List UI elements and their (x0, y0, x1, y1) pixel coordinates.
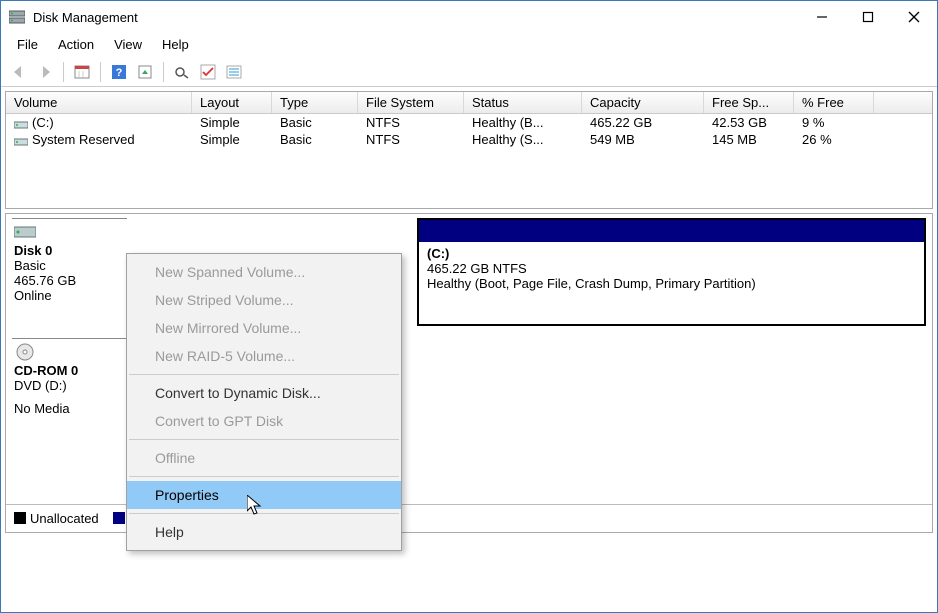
partition-c[interactable]: (C:) 465.22 GB NTFS Healthy (Boot, Page … (417, 218, 926, 326)
header-capacity[interactable]: Capacity (582, 92, 704, 113)
ctx-separator (129, 374, 399, 375)
header-type[interactable]: Type (272, 92, 358, 113)
ctx-new-mirrored[interactable]: New Mirrored Volume... (127, 314, 401, 342)
cell-type: Basic (272, 114, 358, 131)
toolbar: ? (1, 57, 937, 87)
cell-pctfree: 9 % (794, 114, 874, 131)
disk-name: CD-ROM 0 (14, 363, 125, 378)
ctx-separator (129, 513, 399, 514)
header-freespace[interactable]: Free Sp... (704, 92, 794, 113)
disk-info: CD-ROM 0 DVD (D:) No Media (12, 338, 127, 446)
menubar: File Action View Help (1, 33, 937, 57)
disk-state: Online (14, 288, 125, 303)
toolbar-separator (100, 62, 101, 82)
disk-kind: DVD (D:) (14, 378, 125, 393)
disk-icon (14, 223, 36, 241)
cell-status: Healthy (S... (464, 131, 582, 148)
disk-kind: Basic (14, 258, 125, 273)
calendar-icon[interactable] (70, 60, 94, 84)
help-icon[interactable]: ? (107, 60, 131, 84)
ctx-separator (129, 476, 399, 477)
ctx-convert-dynamic[interactable]: Convert to Dynamic Disk... (127, 379, 401, 407)
window-controls (799, 1, 937, 33)
column-headers: Volume Layout Type File System Status Ca… (6, 92, 932, 114)
titlebar: Disk Management (1, 1, 937, 33)
volume-rows: (C:) Simple Basic NTFS Healthy (B... 465… (6, 114, 932, 208)
minimize-button[interactable] (799, 1, 845, 33)
close-button[interactable] (891, 1, 937, 33)
back-button[interactable] (7, 60, 31, 84)
cell-filesystem: NTFS (358, 114, 464, 131)
partition-meta: 465.22 GB NTFS (427, 261, 916, 276)
header-status[interactable]: Status (464, 92, 582, 113)
table-row[interactable]: (C:) Simple Basic NTFS Healthy (B... 465… (6, 114, 932, 131)
ctx-separator (129, 439, 399, 440)
app-icon (9, 9, 25, 25)
header-volume[interactable]: Volume (6, 92, 192, 113)
partition-status: Healthy (Boot, Page File, Crash Dump, Pr… (427, 276, 916, 291)
cell-volume: System Reserved (32, 132, 135, 147)
cell-freespace: 42.53 GB (704, 114, 794, 131)
settings-icon[interactable] (133, 60, 157, 84)
context-menu: New Spanned Volume... New Striped Volume… (126, 253, 402, 551)
cell-layout: Simple (192, 114, 272, 131)
disk-size: 465.76 GB (14, 273, 125, 288)
cell-capacity: 549 MB (582, 131, 704, 148)
header-pctfree[interactable]: % Free (794, 92, 874, 113)
table-row[interactable]: System Reserved Simple Basic NTFS Health… (6, 131, 932, 148)
forward-button[interactable] (33, 60, 57, 84)
cell-layout: Simple (192, 131, 272, 148)
partition-label: (C:) (427, 246, 916, 261)
drive-icon (14, 118, 28, 128)
cell-pctfree: 26 % (794, 131, 874, 148)
ctx-convert-gpt[interactable]: Convert to GPT Disk (127, 407, 401, 435)
cell-volume: (C:) (32, 115, 54, 130)
refresh-icon[interactable] (170, 60, 194, 84)
menu-action[interactable]: Action (48, 35, 104, 55)
swatch-primary (113, 512, 125, 524)
toolbar-separator (63, 62, 64, 82)
ctx-new-spanned[interactable]: New Spanned Volume... (127, 258, 401, 286)
menu-file[interactable]: File (7, 35, 48, 55)
legend-unallocated: Unallocated (14, 511, 99, 526)
maximize-button[interactable] (845, 1, 891, 33)
disk-name: Disk 0 (14, 243, 125, 258)
menu-view[interactable]: View (104, 35, 152, 55)
list-icon[interactable] (222, 60, 246, 84)
disk-info: Disk 0 Basic 465.76 GB Online (12, 218, 127, 326)
cell-freespace: 145 MB (704, 131, 794, 148)
window-title: Disk Management (33, 10, 799, 25)
drive-icon (14, 135, 28, 145)
header-filesystem[interactable]: File System (358, 92, 464, 113)
ctx-offline[interactable]: Offline (127, 444, 401, 472)
cell-status: Healthy (B... (464, 114, 582, 131)
svg-text:?: ? (116, 67, 123, 79)
cell-type: Basic (272, 131, 358, 148)
swatch-unallocated (14, 512, 26, 524)
ctx-help[interactable]: Help (127, 518, 401, 546)
ctx-new-striped[interactable]: New Striped Volume... (127, 286, 401, 314)
ctx-new-raid5[interactable]: New RAID-5 Volume... (127, 342, 401, 370)
disk-state: No Media (14, 401, 125, 416)
partition-header (419, 220, 924, 242)
header-layout[interactable]: Layout (192, 92, 272, 113)
check-icon[interactable] (196, 60, 220, 84)
cell-filesystem: NTFS (358, 131, 464, 148)
toolbar-separator (163, 62, 164, 82)
ctx-properties[interactable]: Properties (127, 481, 401, 509)
volume-list: Volume Layout Type File System Status Ca… (5, 91, 933, 209)
cell-capacity: 465.22 GB (582, 114, 704, 131)
menu-help[interactable]: Help (152, 35, 199, 55)
cdrom-icon (14, 343, 36, 361)
